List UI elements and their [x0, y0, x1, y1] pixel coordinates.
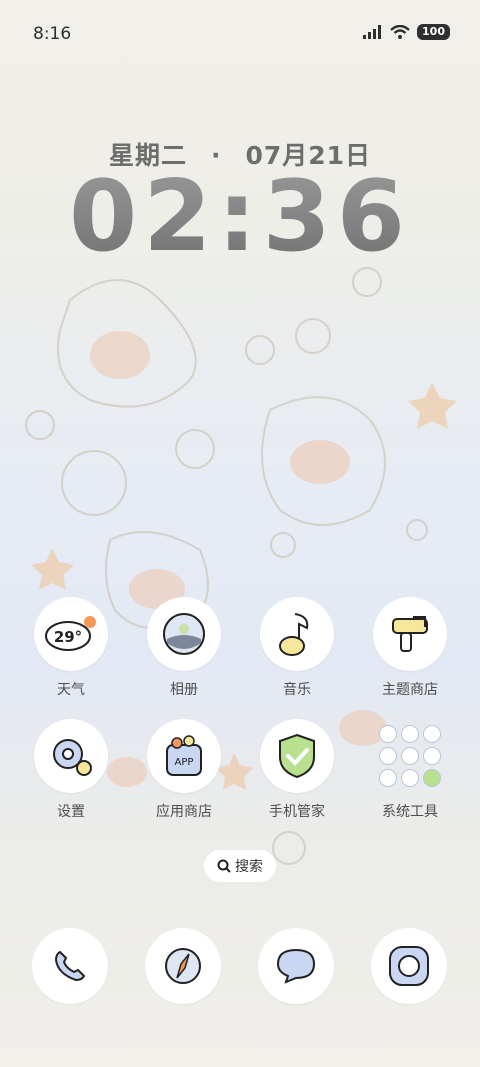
app-weather[interactable]: 29° 天气 — [26, 597, 116, 699]
app-label: 设置 — [57, 804, 85, 820]
messages-icon — [258, 928, 334, 1004]
browser-icon — [145, 928, 221, 1004]
wifi-icon — [390, 25, 410, 39]
status-icons: 100 — [363, 24, 450, 40]
weather-icon: 29° — [34, 597, 108, 671]
app-label: 手机管家 — [269, 804, 325, 820]
app-store-icon: APP — [147, 719, 221, 793]
search-icon — [217, 859, 231, 873]
phone-manager-icon — [260, 719, 334, 793]
app-label: 音乐 — [283, 682, 311, 698]
battery-indicator: 100 — [417, 24, 450, 40]
status-bar: 8:16 100 — [0, 0, 480, 66]
dock-camera[interactable] — [364, 928, 454, 1004]
app-label: 应用商店 — [156, 804, 212, 820]
phone-icon — [32, 928, 108, 1004]
app-phone-manager[interactable]: 手机管家 — [252, 719, 342, 821]
app-folder-system-tools[interactable]: 系统工具 — [365, 719, 455, 821]
app-label: 系统工具 — [382, 804, 438, 820]
weather-temp: 29° — [54, 628, 82, 646]
camera-icon — [371, 928, 447, 1004]
app-gallery[interactable]: 相册 — [139, 597, 229, 699]
lockscreen-clock: 02:36 — [0, 160, 480, 274]
app-music[interactable]: 音乐 — [252, 597, 342, 699]
dock-messages[interactable] — [251, 928, 341, 1004]
dock-phone[interactable] — [25, 928, 115, 1004]
signal-icon — [363, 25, 382, 39]
app-settings[interactable]: 设置 — [26, 719, 116, 821]
app-label: 主题商店 — [382, 682, 438, 698]
theme-store-icon — [373, 597, 447, 671]
settings-icon — [34, 719, 108, 793]
music-icon — [260, 597, 334, 671]
search-button[interactable]: 搜索 — [204, 850, 276, 882]
status-time: 8:16 — [33, 24, 72, 44]
app-app-store[interactable]: APP 应用商店 — [139, 719, 229, 821]
search-label: 搜索 — [235, 859, 263, 875]
app-label: 相册 — [170, 682, 198, 698]
folder-icon — [373, 719, 447, 793]
gallery-icon — [147, 597, 221, 671]
app-theme-store[interactable]: 主题商店 — [365, 597, 455, 699]
dock-browser[interactable] — [138, 928, 228, 1004]
app-label: 天气 — [57, 682, 85, 698]
app-store-badge: APP — [175, 757, 194, 768]
